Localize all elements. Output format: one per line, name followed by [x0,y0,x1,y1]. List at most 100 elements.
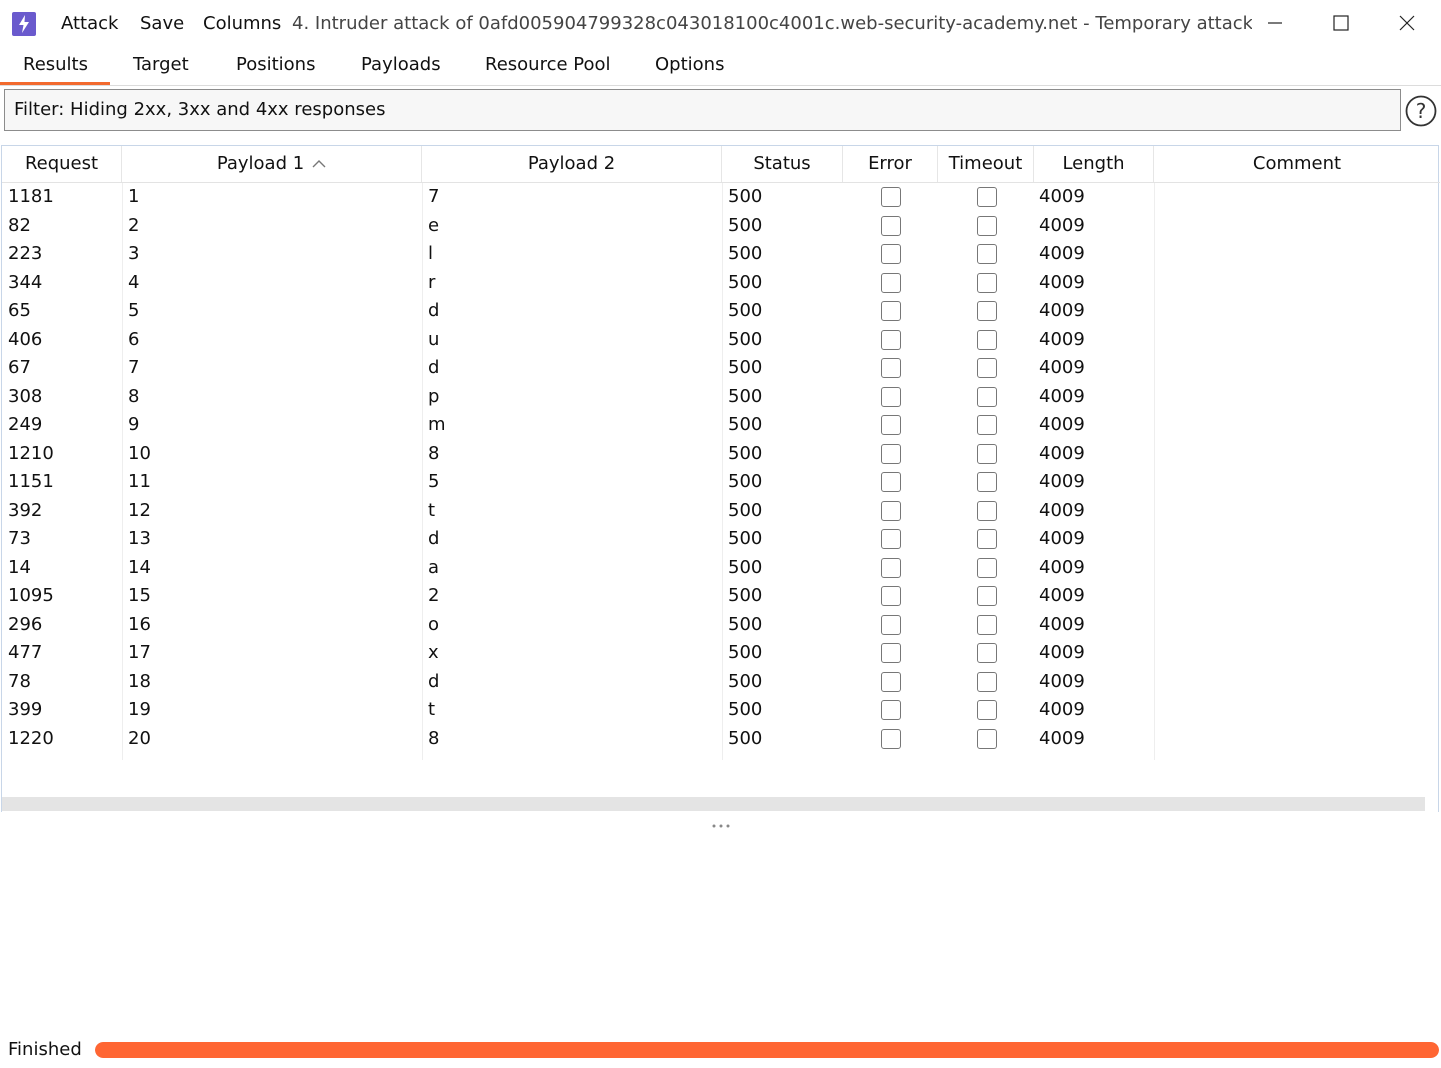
error-checkbox[interactable] [881,187,901,207]
table-row[interactable]: 308 8 p 500 4009 [2,383,1440,412]
error-checkbox[interactable] [881,272,901,293]
error-checkbox[interactable] [881,244,901,264]
error-checkbox[interactable] [881,557,901,578]
horizontal-scrollbar[interactable] [2,797,1425,811]
cell-status: 500 [728,271,763,293]
error-checkbox[interactable] [881,358,901,378]
table-row[interactable]: 73 13 d 500 4009 [2,525,1440,554]
timeout-checkbox[interactable] [977,500,997,521]
timeout-checkbox[interactable] [977,643,997,663]
error-checkbox[interactable] [881,700,901,720]
column-header-comment[interactable]: Comment [1154,146,1440,182]
table-header: Request Payload 1 Payload 2 Status Error… [2,146,1440,183]
cell-status: 500 [728,585,763,606]
timeout-checkbox[interactable] [977,215,997,236]
timeout-checkbox[interactable] [977,244,997,264]
timeout-checkbox[interactable] [977,472,997,492]
menu-attack[interactable]: Attack [61,12,118,36]
column-header-timeout[interactable]: Timeout [938,146,1034,182]
table-row[interactable]: 1095 15 2 500 4009 [2,582,1440,611]
column-header-request[interactable]: Request [2,146,122,182]
tab-results[interactable]: Results [23,53,88,77]
column-header-length[interactable]: Length [1034,146,1154,182]
error-checkbox[interactable] [881,415,901,435]
timeout-checkbox[interactable] [977,557,997,578]
table-row[interactable]: 65 5 d 500 4009 [2,297,1440,326]
timeout-checkbox[interactable] [977,529,997,549]
table-row[interactable]: 477 17 x 500 4009 [2,639,1440,668]
error-checkbox[interactable] [881,301,901,321]
table-row[interactable]: 67 7 d 500 4009 [2,354,1440,383]
table-row[interactable]: 223 3 l 500 4009 [2,240,1440,269]
error-checkbox[interactable] [881,500,901,521]
tab-target[interactable]: Target [133,53,189,77]
timeout-checkbox[interactable] [977,614,997,635]
error-checkbox[interactable] [881,329,901,350]
error-checkbox[interactable] [881,614,901,635]
tab-payloads[interactable]: Payloads [361,53,441,77]
minimize-button[interactable] [1242,0,1308,46]
table-row[interactable]: 14 14 a 500 4009 [2,554,1440,583]
error-checkbox[interactable] [881,586,901,606]
table-row[interactable]: 392 12 t 500 4009 [2,497,1440,526]
tab-resource-pool[interactable]: Resource Pool [485,53,611,77]
table-row[interactable]: 406 6 u 500 4009 [2,326,1440,355]
timeout-checkbox[interactable] [977,586,997,606]
svg-text:?: ? [1416,99,1427,123]
timeout-checkbox[interactable] [977,415,997,435]
tab-positions[interactable]: Positions [236,53,315,77]
cell-status: 500 [728,414,763,435]
error-checkbox[interactable] [881,472,901,492]
cell-length: 4009 [1039,414,1085,435]
error-checkbox[interactable] [881,215,901,236]
timeout-checkbox[interactable] [977,329,997,350]
cell-request: 78 [8,670,31,692]
timeout-checkbox[interactable] [977,700,997,720]
table-row[interactable]: 1210 10 8 500 4009 [2,440,1440,469]
table-row[interactable]: 399 19 t 500 4009 [2,696,1440,725]
error-checkbox[interactable] [881,671,901,692]
column-header-payload2[interactable]: Payload 2 [422,146,722,182]
column-header-status[interactable]: Status [722,146,843,182]
timeout-checkbox[interactable] [977,443,997,464]
table-row[interactable]: 1151 11 5 500 4009 [2,468,1440,497]
column-header-payload1[interactable]: Payload 1 [122,146,422,182]
help-circle-icon[interactable]: ? [1405,95,1437,127]
cell-status: 500 [728,670,763,692]
menu-save[interactable]: Save [140,12,184,36]
filter-bar[interactable]: Filter: Hiding 2xx, 3xx and 4xx response… [4,89,1401,131]
timeout-checkbox[interactable] [977,386,997,407]
results-table[interactable]: Request Payload 1 Payload 2 Status Error… [1,145,1440,812]
cell-status: 500 [728,499,763,521]
timeout-checkbox[interactable] [977,671,997,692]
cell-payload2: 8 [428,727,440,749]
error-checkbox[interactable] [881,443,901,464]
maximize-button[interactable] [1308,0,1374,46]
table-row[interactable]: 82 2 e 500 4009 [2,212,1440,241]
error-checkbox[interactable] [881,643,901,663]
timeout-checkbox[interactable] [977,358,997,378]
column-header-error[interactable]: Error [843,146,938,182]
table-row[interactable]: 1181 1 7 500 4009 [2,183,1440,212]
table-row[interactable]: 296 16 o 500 4009 [2,611,1440,640]
tab-options[interactable]: Options [655,53,724,77]
table-row[interactable]: 344 4 r 500 4009 [2,269,1440,298]
menu-columns[interactable]: Columns [203,12,281,36]
close-button[interactable] [1374,0,1440,46]
cell-payload1: 6 [128,328,140,350]
timeout-checkbox[interactable] [977,301,997,321]
cell-payload1: 14 [128,556,151,578]
timeout-checkbox[interactable] [977,272,997,293]
table-row[interactable]: 249 9 m 500 4009 [2,411,1440,440]
window-title: 4. Intruder attack of 0afd005904799328c0… [292,13,1252,34]
error-checkbox[interactable] [881,386,901,407]
table-row[interactable]: 78 18 d 500 4009 [2,668,1440,697]
timeout-checkbox[interactable] [977,728,997,749]
error-checkbox[interactable] [881,728,901,749]
splitter-handle[interactable] [710,814,734,828]
timeout-checkbox[interactable] [977,187,997,207]
table-row[interactable]: 1220 20 8 500 4009 [2,725,1440,754]
error-checkbox[interactable] [881,529,901,549]
cell-status: 500 [728,385,763,407]
tab-bar: Results Target Positions Payloads Resour… [0,46,1441,86]
